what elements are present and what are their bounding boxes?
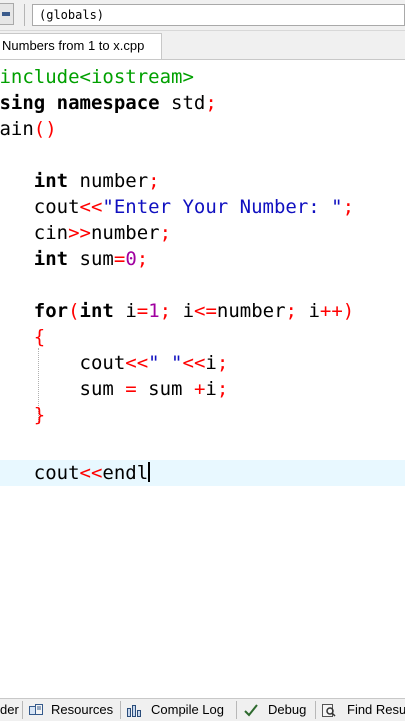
tab-debug-label: Debug bbox=[268, 702, 307, 717]
code-editor[interactable]: #include<iostream> using namespace std; … bbox=[0, 62, 405, 698]
code-line[interactable]: main() bbox=[0, 116, 57, 142]
editor-tab[interactable]: Numbers from 1 to x.cpp bbox=[0, 33, 162, 59]
code-line[interactable]: cin>>number; bbox=[0, 220, 171, 246]
divider bbox=[236, 701, 237, 719]
divider bbox=[22, 701, 23, 719]
tab-resources-label: Resources bbox=[51, 702, 114, 717]
toolbar-separator bbox=[24, 4, 25, 26]
toolbar-button[interactable] bbox=[0, 3, 14, 25]
code-line[interactable]: sum = sum +i; bbox=[0, 376, 229, 402]
code-line[interactable]: cout<<"Enter Your Number: "; bbox=[0, 194, 354, 220]
debug-icon bbox=[244, 704, 258, 717]
code-line[interactable]: #include<iostream> bbox=[0, 64, 194, 90]
code-token: using namespace bbox=[0, 92, 160, 114]
code-line[interactable]: for(int i=1; i<=number; i++) bbox=[0, 298, 354, 324]
tab-compiler-label: der bbox=[0, 702, 19, 717]
code-line[interactable]: int number; bbox=[0, 168, 160, 194]
text-caret bbox=[148, 462, 151, 482]
bottom-panel-tabs: der Resources Compile Log Debug Find Res… bbox=[0, 698, 405, 721]
tab-compiler[interactable]: der bbox=[0, 700, 19, 720]
code-line[interactable]: int sum=0; bbox=[0, 246, 148, 272]
scope-dropdown-value: (globals) bbox=[39, 8, 105, 22]
tab-find-results[interactable]: Find Resu bbox=[347, 700, 405, 720]
divider bbox=[120, 701, 121, 719]
tab-compile-log[interactable]: Compile Log bbox=[151, 700, 224, 720]
editor-tab-label: Numbers from 1 to x.cpp bbox=[2, 38, 145, 53]
tab-find-results-label: Find Resu bbox=[347, 702, 405, 717]
tab-compile-log-label: Compile Log bbox=[151, 702, 224, 717]
divider bbox=[315, 701, 316, 719]
resources-icon bbox=[29, 704, 43, 715]
scope-dropdown[interactable]: (globals) bbox=[32, 4, 405, 26]
code-line-active[interactable]: cout<<endl bbox=[0, 460, 405, 486]
compile-log-icon bbox=[127, 705, 141, 717]
code-line[interactable]: { bbox=[0, 324, 45, 350]
code-token: #include<iostream> bbox=[0, 66, 194, 88]
editor-tab-bar: Numbers from 1 to x.cpp bbox=[0, 31, 405, 60]
toolbar: (globals) bbox=[0, 0, 405, 31]
tab-resources[interactable]: Resources bbox=[51, 700, 113, 720]
code-line[interactable]: } bbox=[0, 402, 45, 428]
code-line[interactable]: using namespace std; bbox=[0, 90, 217, 116]
code-line[interactable]: cout<<" "<<i; bbox=[0, 350, 229, 376]
find-results-icon bbox=[322, 704, 336, 717]
tab-debug[interactable]: Debug bbox=[268, 700, 306, 720]
